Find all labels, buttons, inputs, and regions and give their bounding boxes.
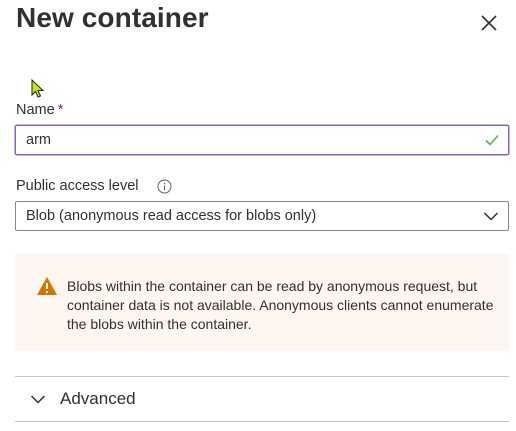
close-button[interactable] (478, 12, 500, 34)
chevron-down-icon (30, 395, 46, 404)
checkmark-icon (485, 134, 499, 146)
warning-message: Blobs within the container can be read b… (15, 254, 509, 351)
mouse-cursor-icon (31, 79, 45, 98)
name-label: Name * (16, 102, 63, 118)
divider (15, 421, 509, 422)
page-title: New container (16, 2, 209, 33)
warning-triangle-icon (37, 277, 57, 295)
info-icon[interactable] (157, 179, 172, 194)
public-access-level-dropdown[interactable]: Blob (anonymous read access for blobs on… (15, 201, 509, 231)
advanced-section-toggle[interactable]: Advanced (15, 377, 509, 421)
name-label-text: Name (16, 102, 55, 118)
close-icon (481, 15, 497, 31)
warning-text: Blobs within the container can be read b… (67, 278, 494, 332)
chevron-down-icon (483, 212, 499, 221)
required-marker: * (57, 102, 64, 118)
name-input-value: arm (26, 132, 51, 148)
public-access-level-selected: Blob (anonymous read access for blobs on… (26, 208, 317, 224)
new-container-panel: New container Name * arm Public access le… (0, 0, 516, 431)
advanced-label: Advanced (60, 389, 136, 408)
name-input[interactable]: arm (15, 125, 509, 155)
public-access-level-label: Public access level (16, 178, 139, 194)
